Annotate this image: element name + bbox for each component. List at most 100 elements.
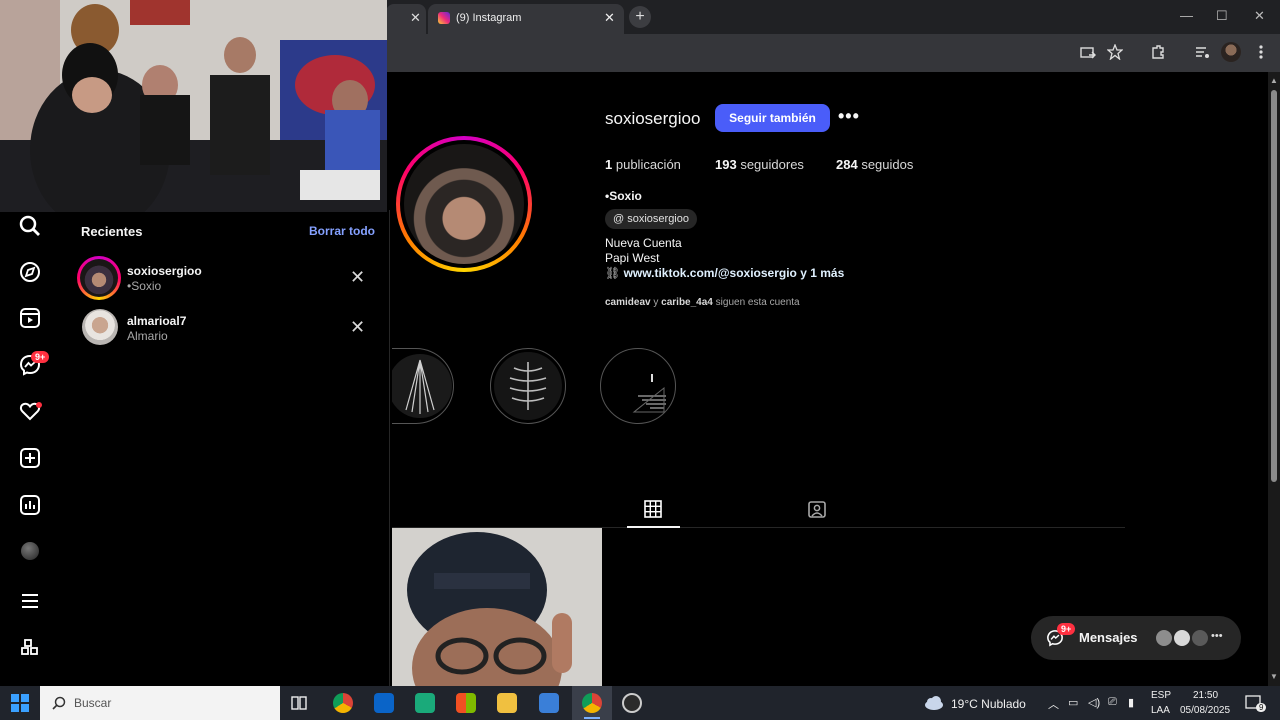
bookmark-star-icon[interactable] xyxy=(1107,44,1123,60)
post-thumbnail[interactable] xyxy=(392,528,602,686)
tray-network-icon[interactable]: ▭ xyxy=(1068,696,1078,709)
tray-mic-icon[interactable]: ▮ xyxy=(1128,696,1134,709)
followed-by-conjunction: y xyxy=(653,297,659,308)
weather-text[interactable]: 19°C Nublado xyxy=(951,697,1026,711)
post-image xyxy=(392,528,602,686)
posts-stat: 1 publicación xyxy=(605,157,681,172)
followers-stat[interactable]: 193 seguidores xyxy=(715,157,804,172)
app-icon[interactable] xyxy=(415,693,435,713)
messages-badge: 9+ xyxy=(31,351,50,363)
reels-icon[interactable] xyxy=(16,304,44,332)
browser-profile-avatar[interactable] xyxy=(1221,42,1241,62)
messages-button[interactable]: 9+ Mensajes ••• xyxy=(1031,616,1241,660)
browser-tab-instagram[interactable]: (9) Instagram ✕ xyxy=(428,4,624,34)
scroll-up-icon[interactable]: ▲ xyxy=(1270,76,1278,85)
recent-username[interactable]: almarioal7 xyxy=(127,314,186,328)
more-options-icon[interactable]: ••• xyxy=(838,106,860,127)
profile-picture[interactable] xyxy=(404,144,524,264)
active-chrome-taskbar-item[interactable] xyxy=(572,686,612,720)
create-plus-icon[interactable] xyxy=(16,444,44,472)
story-highlight[interactable] xyxy=(600,348,676,424)
taskbar-search-icon xyxy=(52,696,66,710)
app-icon[interactable] xyxy=(539,693,559,713)
chrome-app-icon[interactable] xyxy=(333,693,353,713)
message-avatar xyxy=(1172,628,1192,648)
windows-start-icon[interactable] xyxy=(11,694,29,712)
outlook-app-icon[interactable] xyxy=(374,693,394,713)
messages-count-badge: 9+ xyxy=(1057,623,1076,635)
extensions-icon[interactable] xyxy=(1150,44,1166,60)
threads-handle: soxiosergioo xyxy=(627,213,689,225)
followed-by[interactable]: camideav y caribe_4a4 siguen esta cuenta xyxy=(605,297,800,308)
clock-time[interactable]: 21:50 xyxy=(1193,690,1218,701)
remove-recent-close-icon[interactable]: ✕ xyxy=(350,317,365,338)
notification-dot xyxy=(36,402,42,408)
store-app-icon[interactable] xyxy=(456,693,476,713)
new-tab-button[interactable]: + xyxy=(629,6,651,28)
messages-label: Mensajes xyxy=(1079,630,1138,645)
clock-date[interactable]: 05/08/2025 xyxy=(1180,705,1230,716)
follow-back-button[interactable]: Seguir también xyxy=(715,104,830,132)
recent-username[interactable]: soxiosergioo xyxy=(127,264,202,278)
also-from-meta-icon[interactable] xyxy=(16,634,44,662)
clear-all-button[interactable]: Borrar todo xyxy=(309,224,375,238)
tab-title: (9) Instagram xyxy=(456,12,522,24)
more-menu-icon[interactable] xyxy=(16,587,44,615)
file-explorer-icon[interactable] xyxy=(497,693,517,713)
profile-link-text: www.tiktok.com/@soxiosergio y 1 más xyxy=(623,266,845,280)
message-avatar xyxy=(1154,628,1174,648)
following-stat[interactable]: 284 seguidos xyxy=(836,157,913,172)
tray-chevron-icon[interactable]: ︿ xyxy=(1048,696,1059,712)
recent-avatar xyxy=(80,259,118,297)
highlight-cover xyxy=(494,352,562,420)
profile-link[interactable]: ⛓ www.tiktok.com/@soxiosergio y 1 más xyxy=(605,266,844,280)
tab-close-icon[interactable]: ✕ xyxy=(604,10,615,26)
search-icon[interactable] xyxy=(16,212,44,240)
followed-by-suffix: siguen esta cuenta xyxy=(715,297,800,308)
message-avatar xyxy=(1190,628,1210,648)
story-highlight[interactable] xyxy=(392,348,454,424)
page-scrollbar[interactable]: ▲ ▼ xyxy=(1268,72,1280,686)
minimize-icon[interactable]: — xyxy=(1180,8,1193,23)
tab-prev-close-icon[interactable]: ✕ xyxy=(410,10,421,26)
tray-device-icon[interactable]: ⎚ xyxy=(1108,696,1117,709)
profile-avatar-icon[interactable] xyxy=(21,542,39,560)
dashboard-icon[interactable] xyxy=(16,491,44,519)
follower-name: camideav xyxy=(605,297,651,308)
tray-volume-icon[interactable]: ◁) xyxy=(1088,696,1100,709)
window-close-icon[interactable]: ✕ xyxy=(1254,8,1265,24)
recent-subtitle: •Soxio xyxy=(127,279,162,293)
posts-label: publicación xyxy=(615,157,681,172)
recent-avatar[interactable] xyxy=(82,309,118,345)
task-view-icon[interactable] xyxy=(290,694,308,712)
install-app-icon[interactable] xyxy=(1080,45,1096,61)
language-code[interactable]: ESP xyxy=(1151,690,1171,701)
following-label: seguidos xyxy=(861,157,914,172)
scrollbar-thumb[interactable] xyxy=(1271,90,1277,482)
story-highlight[interactable] xyxy=(490,348,566,424)
media-controls-icon[interactable] xyxy=(1194,44,1210,60)
chrome-app-icon xyxy=(582,693,602,713)
app-icon[interactable] xyxy=(622,693,642,713)
tagged-tab-icon[interactable] xyxy=(808,500,826,518)
follower-name: caribe_4a4 xyxy=(661,297,713,308)
posts-count: 1 xyxy=(605,157,613,172)
profile-full-name: •Soxio xyxy=(605,189,642,203)
recent-title: Recientes xyxy=(81,224,143,239)
threads-icon: @ xyxy=(613,213,625,225)
posts-grid-tab-icon[interactable] xyxy=(644,500,662,518)
following-count: 284 xyxy=(836,157,858,172)
maximize-icon[interactable]: ☐ xyxy=(1216,8,1228,24)
taskbar-search-box[interactable]: Buscar xyxy=(40,686,280,720)
highlight-cover xyxy=(392,354,452,418)
remove-recent-close-icon[interactable]: ✕ xyxy=(350,267,365,288)
threads-badge[interactable]: @ soxiosergioo xyxy=(605,209,697,229)
profile-username: soxiosergioo xyxy=(605,109,701,128)
more-dots-icon: ••• xyxy=(1211,630,1223,642)
weather-cloud-icon[interactable] xyxy=(923,695,945,711)
keyboard-layout[interactable]: LAA xyxy=(1151,705,1170,716)
browser-tab-previous[interactable]: ✕ xyxy=(386,4,426,34)
explore-compass-icon[interactable] xyxy=(16,258,44,286)
scroll-down-icon[interactable]: ▼ xyxy=(1270,672,1278,681)
browser-menu-icon[interactable] xyxy=(1256,44,1266,60)
